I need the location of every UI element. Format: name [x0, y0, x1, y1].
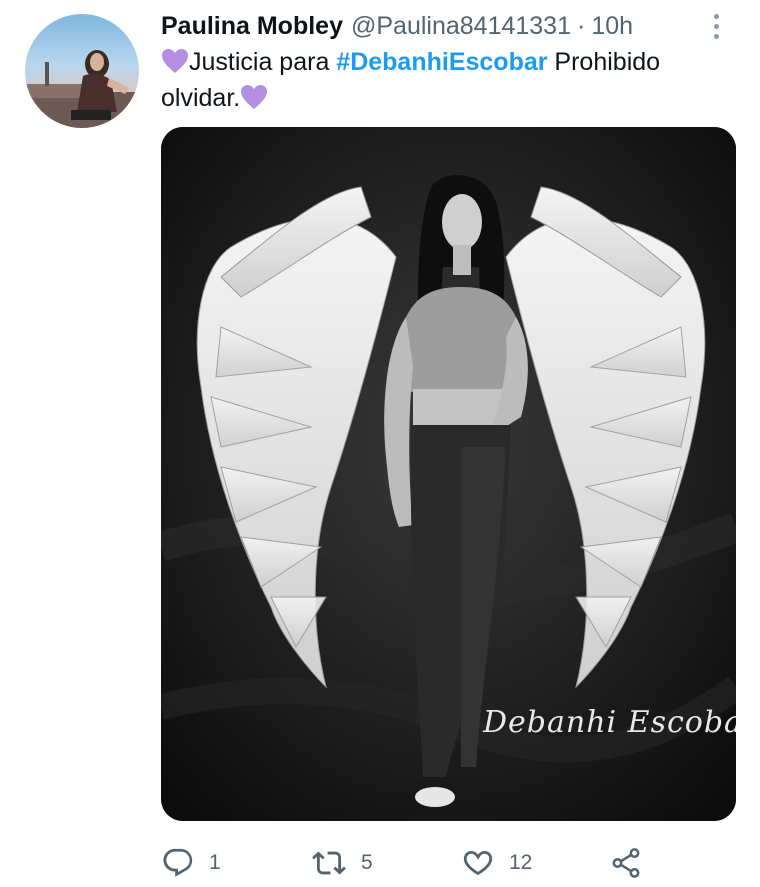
image-watermark: Debanhi Escobar	[483, 705, 736, 740]
separator: ·	[577, 11, 586, 40]
retweet-icon	[312, 851, 346, 875]
share-icon	[612, 848, 640, 878]
retweet-button[interactable]: 5	[311, 840, 373, 886]
tweet-text-start: Justicia para	[189, 48, 337, 76]
like-icon	[463, 850, 493, 876]
reply-button[interactable]: 1	[161, 840, 221, 886]
more-icon[interactable]	[706, 8, 726, 44]
purple-heart-icon	[241, 85, 268, 109]
retweet-count: 5	[361, 851, 373, 874]
display-name[interactable]: Paulina Mobley	[161, 12, 343, 41]
like-count: 12	[509, 851, 533, 874]
tweet-header: Paulina Mobley @Paulina84141331 · 10h	[161, 8, 633, 44]
share-button[interactable]	[609, 840, 643, 886]
reply-count: 1	[209, 851, 221, 874]
like-button[interactable]: 12	[461, 840, 532, 886]
timestamp[interactable]: 10h	[591, 12, 633, 41]
tweet-image[interactable]: Debanhi Escobar	[161, 127, 736, 821]
hashtag-link[interactable]: #DebanhiEscobar	[336, 48, 547, 76]
user-handle[interactable]: @Paulina84141331	[351, 12, 571, 41]
tweet-text: Justicia para #DebanhiEscobar Prohibido …	[161, 44, 721, 116]
purple-heart-icon	[162, 49, 188, 73]
action-bar: 1 5 12	[161, 840, 661, 886]
avatar[interactable]	[25, 14, 139, 128]
reply-icon	[163, 848, 193, 877]
